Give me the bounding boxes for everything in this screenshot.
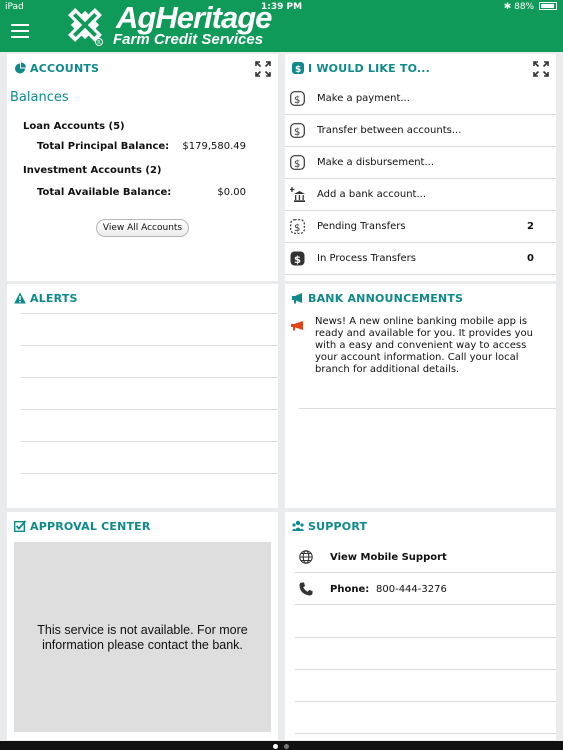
battery-percent: 88%: [514, 2, 535, 12]
investment-accounts-label: Investment Accounts (2): [23, 165, 162, 176]
dollar-dashed-icon: $: [290, 219, 305, 234]
accounts-title: ACCOUNTS: [14, 62, 99, 75]
alerts-title-label: ALERTS: [30, 292, 78, 305]
announcements-panel: BANK ANNOUNCEMENTS News! A new online ba…: [285, 284, 556, 508]
divider: [21, 377, 278, 378]
divider: [21, 345, 278, 346]
in-process-transfers-action[interactable]: $ In Process Transfers 0: [285, 243, 556, 275]
action-label: Add a bank account...: [317, 189, 427, 200]
menu-button[interactable]: [11, 24, 29, 40]
divider: [21, 313, 278, 314]
dollar-filled-icon: $: [290, 251, 305, 266]
divider: [21, 441, 278, 442]
brand-logo-icon: R: [68, 8, 103, 46]
support-panel: SUPPORT View Mobile Support Phone: 800-4…: [285, 512, 556, 740]
divider: [21, 409, 278, 410]
support-label: View Mobile Support: [330, 552, 447, 563]
expand-icon[interactable]: [533, 61, 549, 77]
pie-chart-icon: [15, 62, 26, 74]
divider: [21, 473, 278, 474]
battery-status: ✱ 88%: [504, 2, 557, 12]
dollar-icon: $: [290, 123, 305, 138]
would-like-title: $ I WOULD LIKE TO...: [292, 62, 430, 75]
in-process-count: 0: [527, 253, 534, 264]
megaphone-icon: [292, 293, 302, 304]
divider: [299, 408, 556, 409]
divider: [295, 637, 556, 638]
approval-title-label: APPROVAL CENTER: [30, 520, 151, 533]
divider: [295, 733, 556, 734]
divider: [295, 701, 556, 702]
phone-number: 800-444-3276: [376, 584, 447, 595]
support-title: SUPPORT: [292, 520, 367, 533]
expand-icon[interactable]: [255, 61, 271, 77]
announcement-text: News! A new online banking mobile app is…: [315, 316, 533, 375]
dollar-icon: $: [290, 91, 305, 106]
brand-subtitle: Farm Credit Services: [113, 31, 264, 48]
phone-label: Phone:: [330, 584, 370, 595]
service-unavailable-text: This service is not available. For more …: [37, 623, 248, 652]
dollar-icon: $: [290, 155, 305, 170]
support-title-label: SUPPORT: [308, 520, 368, 533]
app-header: iPad 1:39 PM ✱ 88% R AgHeritage Farm Cre…: [0, 0, 563, 52]
action-label: Pending Transfers: [317, 221, 406, 232]
globe-icon: [299, 550, 313, 564]
dollar-circle-icon: $: [292, 62, 304, 74]
announcements-title-label: BANK ANNOUNCEMENTS: [308, 292, 464, 305]
make-payment-action[interactable]: $ Make a payment...: [285, 83, 556, 115]
action-label: Transfer between accounts...: [317, 125, 462, 136]
approval-panel: APPROVAL CENTER This service is not avai…: [7, 512, 278, 740]
total-available-label: Total Available Balance:: [37, 187, 172, 198]
svg-text:$: $: [294, 95, 300, 106]
would-like-panel: $ I WOULD LIKE TO... $ Make a payment...…: [285, 54, 556, 281]
action-label: Make a payment...: [317, 93, 410, 104]
action-label: In Process Transfers: [317, 253, 416, 264]
pending-count: 2: [527, 221, 534, 232]
bank-plus-icon: [290, 187, 305, 202]
page-dot[interactable]: [284, 744, 289, 749]
total-principal-value: $179,580.49: [182, 141, 246, 152]
service-unavailable-box: This service is not available. For more …: [14, 542, 271, 732]
balances-heading: Balances: [10, 90, 69, 105]
bluetooth-icon: ✱: [503, 2, 512, 12]
alerts-panel: ALERTS: [7, 284, 278, 508]
pending-transfers-action[interactable]: $ Pending Transfers 2: [285, 211, 556, 243]
add-bank-account-action[interactable]: Add a bank account...: [285, 179, 556, 211]
accounts-title-label: ACCOUNTS: [30, 62, 100, 75]
checkbox-icon: [14, 520, 26, 532]
svg-text:$: $: [294, 159, 300, 170]
page-dot-active[interactable]: [273, 744, 278, 749]
divider: [295, 669, 556, 670]
alerts-title: ALERTS: [14, 292, 78, 305]
would-like-title-label: I WOULD LIKE TO...: [308, 62, 431, 75]
users-icon: [292, 520, 304, 531]
view-all-accounts-button[interactable]: View All Accounts: [96, 219, 189, 237]
svg-text:$: $: [294, 255, 301, 266]
announcements-title: BANK ANNOUNCEMENTS: [292, 292, 463, 305]
warning-icon: [14, 292, 26, 304]
view-mobile-support-link[interactable]: View Mobile Support: [295, 541, 556, 573]
page-indicator-bar: [0, 741, 563, 750]
total-principal-label: Total Principal Balance:: [37, 141, 170, 152]
accounts-panel: ACCOUNTS Balances Loan Accounts (5) Tota…: [7, 54, 278, 281]
svg-text:$: $: [294, 223, 300, 234]
loan-accounts-label: Loan Accounts (5): [23, 121, 125, 132]
transfer-between-accounts-action[interactable]: $ Transfer between accounts...: [285, 115, 556, 147]
svg-text:R: R: [97, 40, 101, 46]
battery-icon: [539, 2, 557, 10]
svg-text:$: $: [294, 127, 300, 138]
phone-support-row[interactable]: Phone: 800-444-3276: [295, 573, 556, 605]
phone-icon: [299, 582, 313, 596]
megaphone-icon: [291, 321, 303, 331]
make-disbursement-action[interactable]: $ Make a disbursement...: [285, 147, 556, 179]
approval-title: APPROVAL CENTER: [14, 520, 151, 533]
svg-text:$: $: [295, 65, 301, 74]
total-available-value: $0.00: [217, 187, 246, 198]
action-label: Make a disbursement...: [317, 157, 435, 168]
